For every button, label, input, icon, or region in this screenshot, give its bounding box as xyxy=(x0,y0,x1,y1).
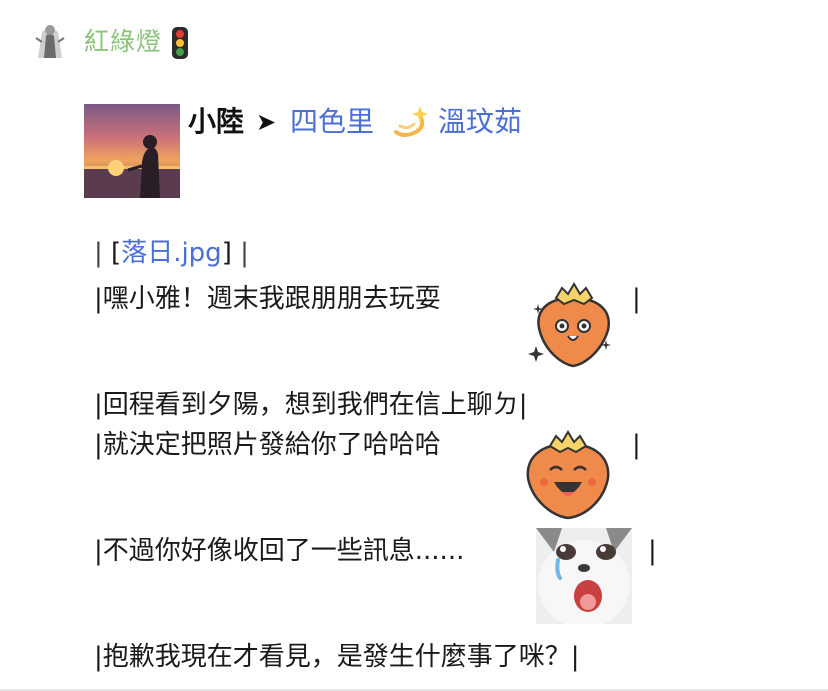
crying-dog-sticker xyxy=(536,528,632,628)
bar-right: | xyxy=(632,430,641,460)
bracket-open: [ xyxy=(111,238,122,268)
attachment-line: | [落日.jpg] | xyxy=(94,236,249,270)
message-line: |就決定把照片發給你了哈哈哈 xyxy=(94,430,441,460)
strawberry-smile-sticker xyxy=(528,280,618,370)
bar-right: | xyxy=(240,238,249,268)
bar-right: | xyxy=(632,284,641,314)
message-line: |嘿小雅！週末我跟朋朋去玩耍 xyxy=(94,284,441,314)
message-line: |回程看到夕陽，想到我們在信上聊ㄉ| xyxy=(94,390,528,420)
message-line: |不過你好像收回了一些訊息...... xyxy=(94,536,465,566)
sender-avatar[interactable] xyxy=(84,104,180,198)
header-channel-name[interactable]: 紅綠燈 xyxy=(84,26,162,58)
sender-name[interactable]: 小陸 xyxy=(188,104,244,140)
attachment-link[interactable]: 落日.jpg xyxy=(121,238,222,268)
bracket-close: ] xyxy=(221,238,232,268)
traffic-light-icon xyxy=(172,27,188,59)
recipient-name[interactable]: 溫玟茹 xyxy=(438,104,522,140)
header-avatar[interactable] xyxy=(28,18,72,62)
strawberry-laugh-sticker xyxy=(520,430,616,520)
bar-right: | xyxy=(648,536,657,566)
recipient-place[interactable]: 四色里 xyxy=(290,104,374,140)
message-line: |抱歉我現在才看見，是發生什麼事了咪？| xyxy=(94,642,580,672)
arrow-icon: ➤ xyxy=(256,108,277,136)
dizzy-sparkle-icon xyxy=(390,102,430,142)
bar-left: | xyxy=(94,238,103,268)
